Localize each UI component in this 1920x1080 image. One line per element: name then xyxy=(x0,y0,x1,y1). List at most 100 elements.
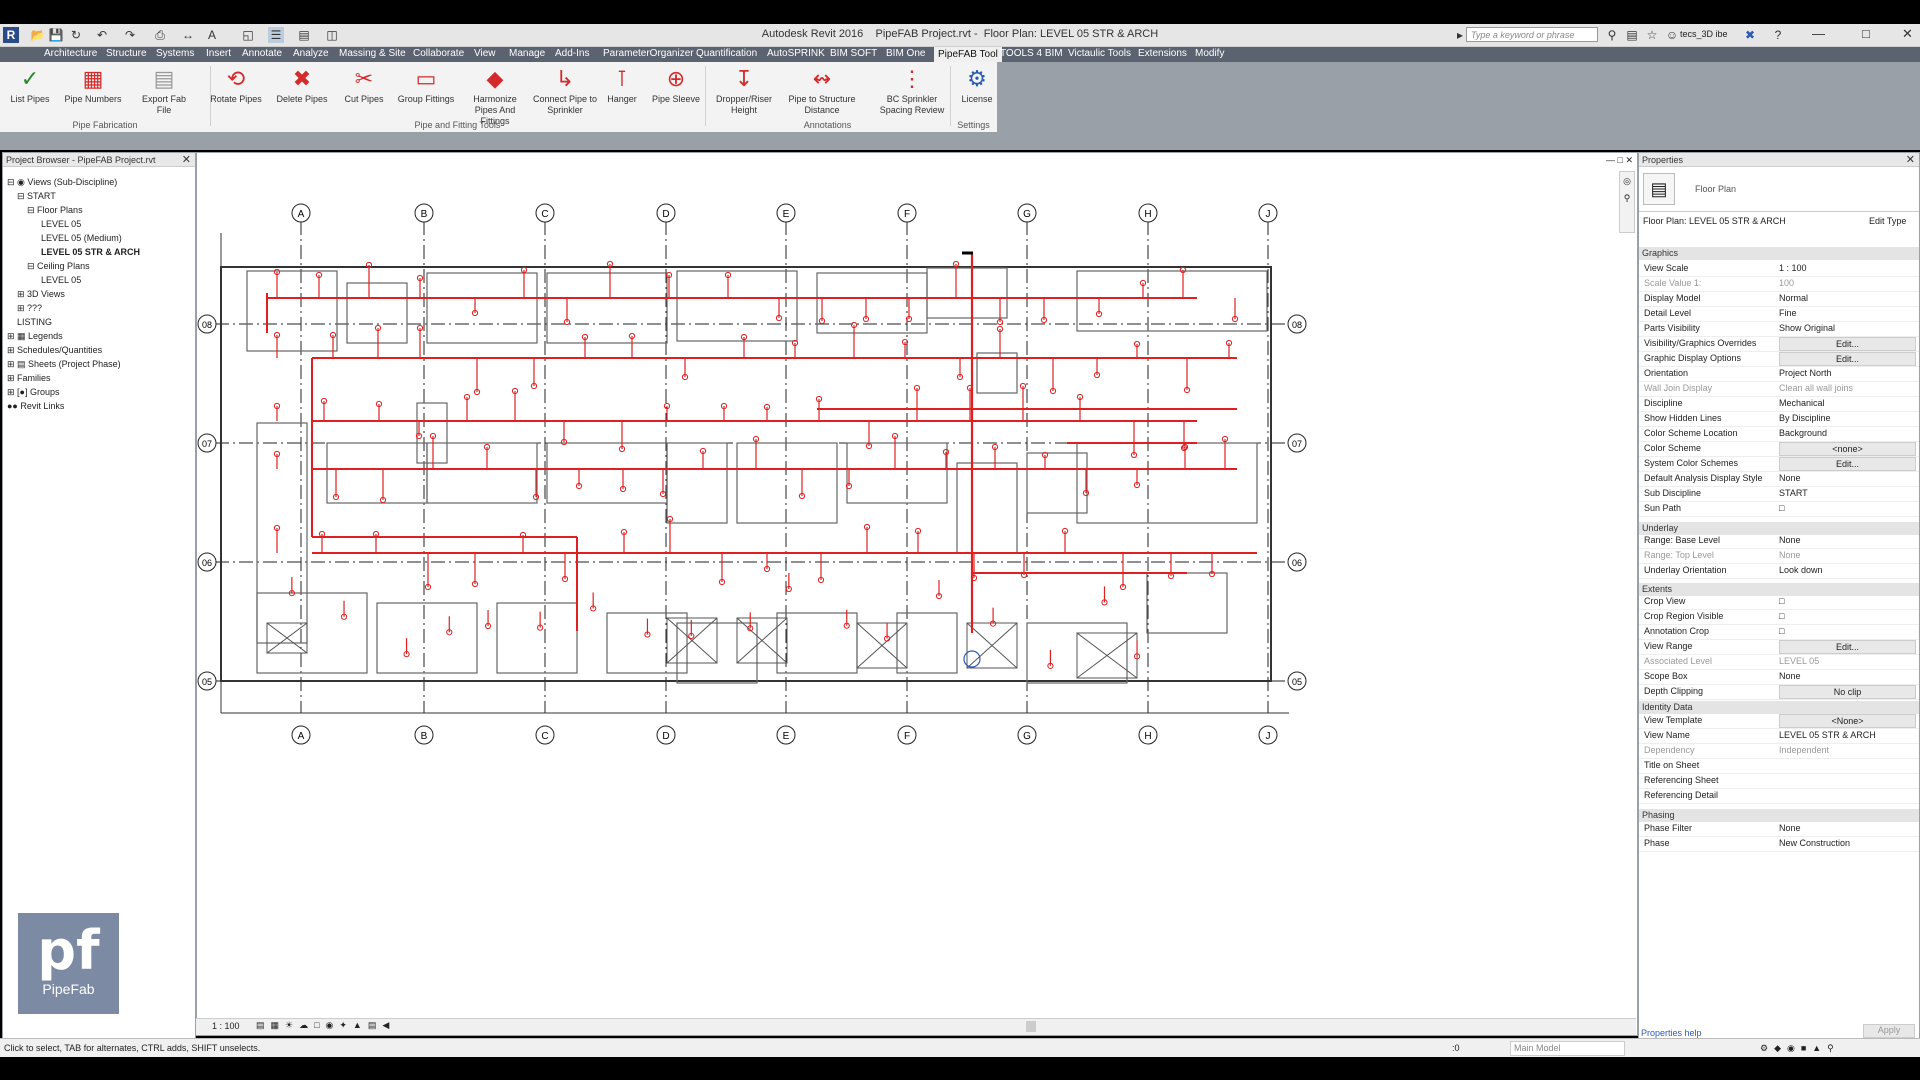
export-fab-file-button[interactable]: ▤ Export Fab File xyxy=(134,66,194,116)
close-button[interactable]: ✕ xyxy=(1902,26,1913,42)
tree-expander-icon[interactable]: ⊟ xyxy=(27,205,37,215)
property-edit-button[interactable]: <None> xyxy=(1779,714,1916,728)
property-row[interactable]: Orientation Project North xyxy=(1639,366,1919,382)
property-row[interactable]: Referencing Detail xyxy=(1639,788,1919,804)
browser-item[interactable]: LEVEL 05 xyxy=(41,275,81,285)
property-edit-button[interactable]: Edit... xyxy=(1779,457,1916,471)
browser-item[interactable]: ⊞ ▦ Legends xyxy=(7,331,63,342)
tree-expander-icon[interactable]: ⊞ xyxy=(17,303,27,313)
tab-architecture[interactable]: Architecture xyxy=(44,48,97,59)
property-row[interactable]: Color Scheme Location Background xyxy=(1639,426,1919,442)
property-row[interactable]: Range: Base Level None xyxy=(1639,533,1919,549)
properties-panel[interactable]: Properties ✕ ▤ Floor Plan Floor Plan: LEV… xyxy=(1638,152,1920,1039)
property-edit-button[interactable]: Edit... xyxy=(1779,337,1916,351)
drawing-area[interactable]: A A B B C C D D E E F F G G H H J J 08 08 07 07 06 06 05 05 ◎ ⚲ —… xyxy=(196,119,1638,1036)
browser-item[interactable]: ●● Revit Links xyxy=(7,401,64,411)
tab-parameterorganizer[interactable]: ParameterOrganizer xyxy=(603,48,694,59)
property-edit-button[interactable]: <none> xyxy=(1779,442,1916,456)
tab-systems[interactable]: Systems xyxy=(156,48,194,59)
property-row[interactable]: Referencing Sheet xyxy=(1639,773,1919,789)
browser-item[interactable]: ⊞ [●] Groups xyxy=(7,387,60,398)
connect-pipe-to-sprinkler-button[interactable]: ↳ Connect Pipe to Sprinkler xyxy=(532,66,598,116)
property-row[interactable]: View Template <None> xyxy=(1639,713,1919,729)
property-row[interactable]: Color Scheme <none> xyxy=(1639,441,1919,457)
user-name[interactable]: tecs_3D ibe xyxy=(1680,29,1728,39)
group-fittings-button[interactable]: ▭ Group Fittings xyxy=(396,66,456,105)
property-checkbox[interactable]: □ xyxy=(1779,609,1784,624)
property-row[interactable]: System Color Schemes Edit... xyxy=(1639,456,1919,472)
view-control-icons[interactable]: ▤▦☀☁□◉✦▲▤◀ xyxy=(256,1020,395,1031)
property-row[interactable]: Show Hidden Lines By Discipline xyxy=(1639,411,1919,427)
property-row[interactable]: Scale Value 1: 100 xyxy=(1639,276,1919,292)
pipe-sleeve-button[interactable]: ⊕ Pipe Sleeve xyxy=(650,66,702,105)
property-row[interactable]: Visibility/Graphics Overrides Edit... xyxy=(1639,336,1919,352)
horizontal-scroll-thumb[interactable] xyxy=(1026,1021,1036,1032)
binoculars-icon[interactable]: ⚲ xyxy=(1604,27,1620,43)
property-edit-button[interactable]: Edit... xyxy=(1779,640,1916,654)
tab-modify[interactable]: Modify xyxy=(1195,48,1224,59)
browser-item[interactable]: LEVEL 05 STR & ARCH xyxy=(41,247,140,257)
harmonize-pipes-and-fittings-button[interactable]: ◆ Harmonize Pipes And Fittings xyxy=(462,66,528,127)
property-row[interactable]: Dependency Independent xyxy=(1639,743,1919,759)
browser-item[interactable]: ⊞ Families xyxy=(7,373,51,384)
property-row[interactable]: Default Analysis Display Style None xyxy=(1639,471,1919,487)
property-row[interactable]: Crop View □ xyxy=(1639,594,1919,610)
property-edit-button[interactable]: Edit... xyxy=(1779,352,1916,366)
tab-structure[interactable]: Structure xyxy=(106,48,147,59)
browser-item[interactable]: LEVEL 05 xyxy=(41,219,81,229)
property-row[interactable]: Scope Box None xyxy=(1639,669,1919,685)
tab-add-ins[interactable]: Add-Ins xyxy=(555,48,589,59)
tree-expander-icon[interactable]: ⊞ ▤ xyxy=(7,359,28,369)
maximize-button[interactable]: □ xyxy=(1862,26,1870,41)
property-row[interactable]: Associated Level LEVEL 05 xyxy=(1639,654,1919,670)
property-row[interactable]: Title on Sheet xyxy=(1639,758,1919,774)
browser-item[interactable]: LISTING xyxy=(17,317,52,327)
subscription-icon[interactable]: ▤ xyxy=(1624,27,1640,43)
property-row[interactable]: Graphic Display Options Edit... xyxy=(1639,351,1919,367)
browser-item[interactable]: LEVEL 05 (Medium) xyxy=(41,233,122,243)
close-icon[interactable]: ✕ xyxy=(182,153,191,167)
property-row[interactable]: View Range Edit... xyxy=(1639,639,1919,655)
list-pipes-button[interactable]: ✓ List Pipes xyxy=(6,66,54,105)
tree-expander-icon[interactable]: ●● xyxy=(7,401,20,411)
property-row[interactable]: Phase Filter None xyxy=(1639,821,1919,837)
tab-collaborate[interactable]: Collaborate xyxy=(413,48,464,59)
project-browser[interactable]: Project Browser - PipeFAB Project.rvt ✕ ⊟… xyxy=(2,152,196,1039)
tree-expander-icon[interactable]: ⊞ [●] xyxy=(7,387,30,397)
tab-extensions[interactable]: Extensions xyxy=(1138,48,1187,59)
property-row[interactable]: Parts Visibility Show Original xyxy=(1639,321,1919,337)
search-input[interactable]: Type a keyword or phrase xyxy=(1466,27,1598,42)
property-checkbox[interactable]: □ xyxy=(1779,501,1784,516)
tab-analyze[interactable]: Analyze xyxy=(293,48,329,59)
edit-type-button[interactable]: Edit Type xyxy=(1869,216,1906,226)
browser-item[interactable]: ⊟ ◉ Views (Sub-Discipline) xyxy=(7,177,117,188)
type-selector[interactable] xyxy=(1639,167,1919,212)
cut-pipes-button[interactable]: ✂ Cut Pipes xyxy=(340,66,388,105)
selection-filter-icons[interactable]: ⚙◆◉■▲⚲ xyxy=(1760,1039,1840,1057)
tree-expander-icon[interactable]: ⊟ ◉ xyxy=(7,177,27,187)
tree-expander-icon[interactable]: ⊞ xyxy=(7,373,17,383)
property-row[interactable]: View Scale 1 : 100 xyxy=(1639,261,1919,277)
tree-expander-icon[interactable]: ⊟ xyxy=(27,261,37,271)
exchange-icon[interactable]: ✖ xyxy=(1742,27,1758,43)
property-checkbox[interactable]: □ xyxy=(1779,624,1784,639)
star-icon[interactable]: ☆ xyxy=(1644,27,1660,43)
property-checkbox[interactable]: □ xyxy=(1779,594,1784,609)
navigation-bar[interactable]: ◎ ⚲ xyxy=(1619,171,1635,233)
property-row[interactable]: Display Model Normal xyxy=(1639,291,1919,307)
pipe-numbers-button[interactable]: ▦ Pipe Numbers xyxy=(62,66,124,105)
tree-expander-icon[interactable]: ⊞ xyxy=(17,289,27,299)
property-row[interactable]: Depth Clipping No clip xyxy=(1639,684,1919,700)
floor-plan-drawing[interactable]: A A B B C C D D E E F F G G H H J J 08 08 07 07 06 06 05 05 xyxy=(197,119,1637,1019)
property-row[interactable]: Wall Join Display Clean all wall joins xyxy=(1639,381,1919,397)
browser-item[interactable]: ⊞ ??? xyxy=(17,303,42,314)
browser-item[interactable]: ⊟ Floor Plans xyxy=(27,205,83,216)
tab-bim-soft[interactable]: BIM SOFT xyxy=(830,48,877,59)
dropper-riser-height-button[interactable]: ↧ Dropper/Riser Height xyxy=(712,66,776,116)
tab-pipefab-tool[interactable]: PipeFAB Tool xyxy=(934,47,1002,62)
browser-item[interactable]: ⊟ START xyxy=(17,191,56,202)
browser-item[interactable]: ⊟ Ceiling Plans xyxy=(27,261,90,272)
property-row[interactable]: Detail Level Fine xyxy=(1639,306,1919,322)
help-icon[interactable]: ? xyxy=(1770,27,1786,43)
view-window-controls[interactable]: — □ ✕ xyxy=(1606,155,1633,166)
